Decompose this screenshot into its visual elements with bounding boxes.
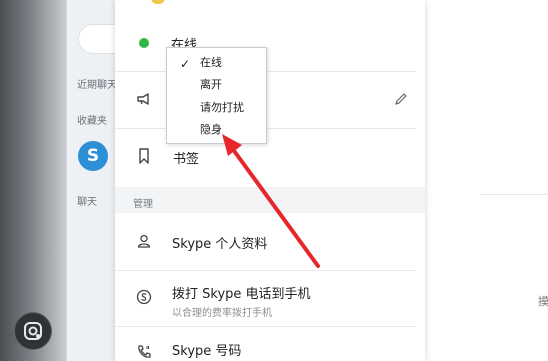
checkmark-icon: ✓ [180,57,191,71]
pencil-icon[interactable] [394,92,408,106]
status-option-away[interactable]: 离开 [167,75,266,95]
bookmark-icon [139,148,149,164]
manage-section-header [115,187,425,213]
call-phones-subtitle: 以合理的费率拨打手机 [172,308,272,319]
status-option-online[interactable]: ✓ 在线 [167,53,266,73]
skype-number-item[interactable]: Skype 号码 [172,340,241,359]
phone-icon [138,345,151,358]
skype-contact-avatar[interactable]: S [78,141,108,171]
sidebar [66,0,118,361]
profile-menu-panel: 在线 书签 管理 Skype 个人资料 拨打 Skype 电话到手机 以合理的费… [115,0,425,361]
divider [115,326,416,327]
call-phones-item[interactable]: 拨打 Skype 电话到手机 [172,283,311,302]
main-content-area [425,0,548,361]
online-status-dot [139,38,149,48]
skype-profile-item[interactable]: Skype 个人资料 [172,233,267,252]
skype-coin-icon [136,289,152,305]
skype-logo-icon: S [86,146,100,166]
chats-label: 聊天 [77,197,97,208]
status-dropdown-menu: ✓ 在线 离开 请勿打扰 隐身 [166,47,267,144]
status-option-label: 隐身 [200,123,222,136]
status-option-invisible[interactable]: 隐身 [167,120,266,140]
favorites-label: 收藏夹 [77,116,107,127]
content-divider [480,194,548,195]
content-edge-text: 摸 [538,295,548,308]
left-background-strip [0,0,66,361]
lens-button[interactable] [14,312,52,350]
lens-icon [24,322,42,340]
person-icon [137,234,151,248]
status-option-do-not-disturb[interactable]: 请勿打扰 [167,98,266,118]
recent-chats-label: 近期聊天 [77,80,117,91]
status-option-label: 在线 [200,56,222,69]
status-option-label: 请勿打扰 [200,101,244,114]
divider [115,270,416,271]
status-option-label: 离开 [200,78,222,91]
megaphone-icon [137,93,149,105]
avatar [151,0,165,4]
manage-section-label: 管理 [133,199,153,210]
bookmarks-item[interactable]: 书签 [173,148,199,167]
